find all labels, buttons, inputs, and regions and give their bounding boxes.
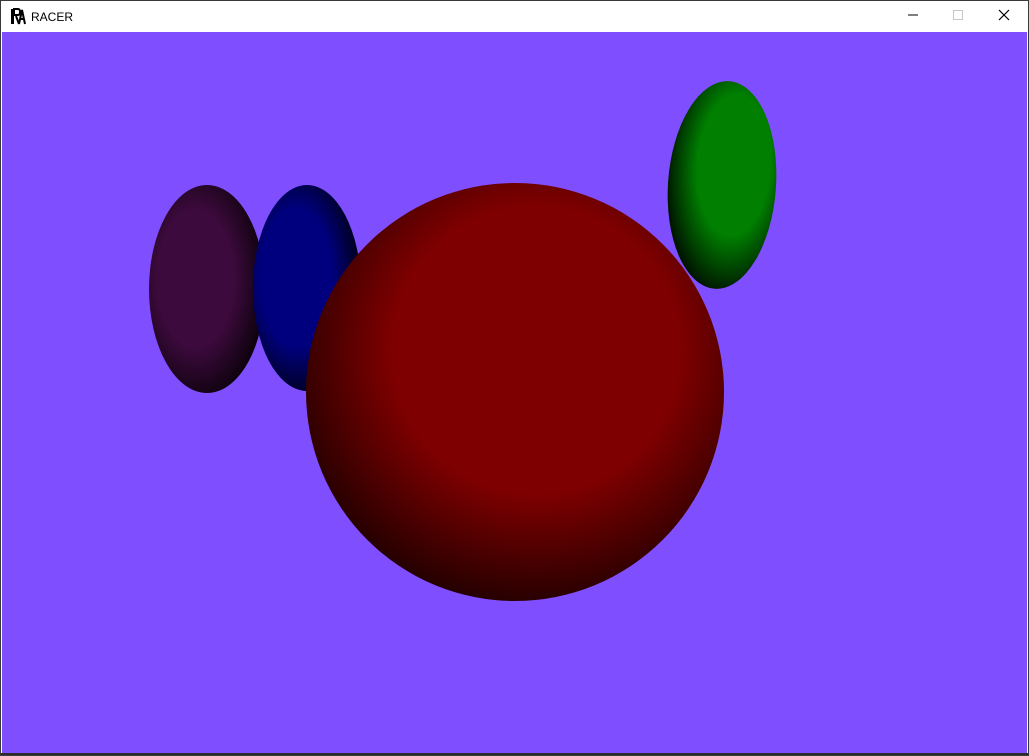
window-title: RACER [31, 10, 74, 24]
title-bar[interactable]: RACER [1, 1, 1028, 32]
close-icon [998, 8, 1010, 26]
minimize-icon [907, 8, 919, 26]
racer-window: RACER [0, 0, 1029, 756]
window-bottom-border [1, 753, 1028, 755]
purple-sphere [149, 185, 265, 393]
render-viewport[interactable] [2, 32, 1027, 753]
rendered-scene [2, 32, 1027, 753]
racer-logo-icon [10, 8, 27, 25]
maximize-icon [952, 8, 964, 26]
maximize-button[interactable] [935, 1, 981, 32]
close-button[interactable] [981, 1, 1027, 32]
red-sphere [306, 183, 724, 601]
minimize-button[interactable] [890, 1, 936, 32]
